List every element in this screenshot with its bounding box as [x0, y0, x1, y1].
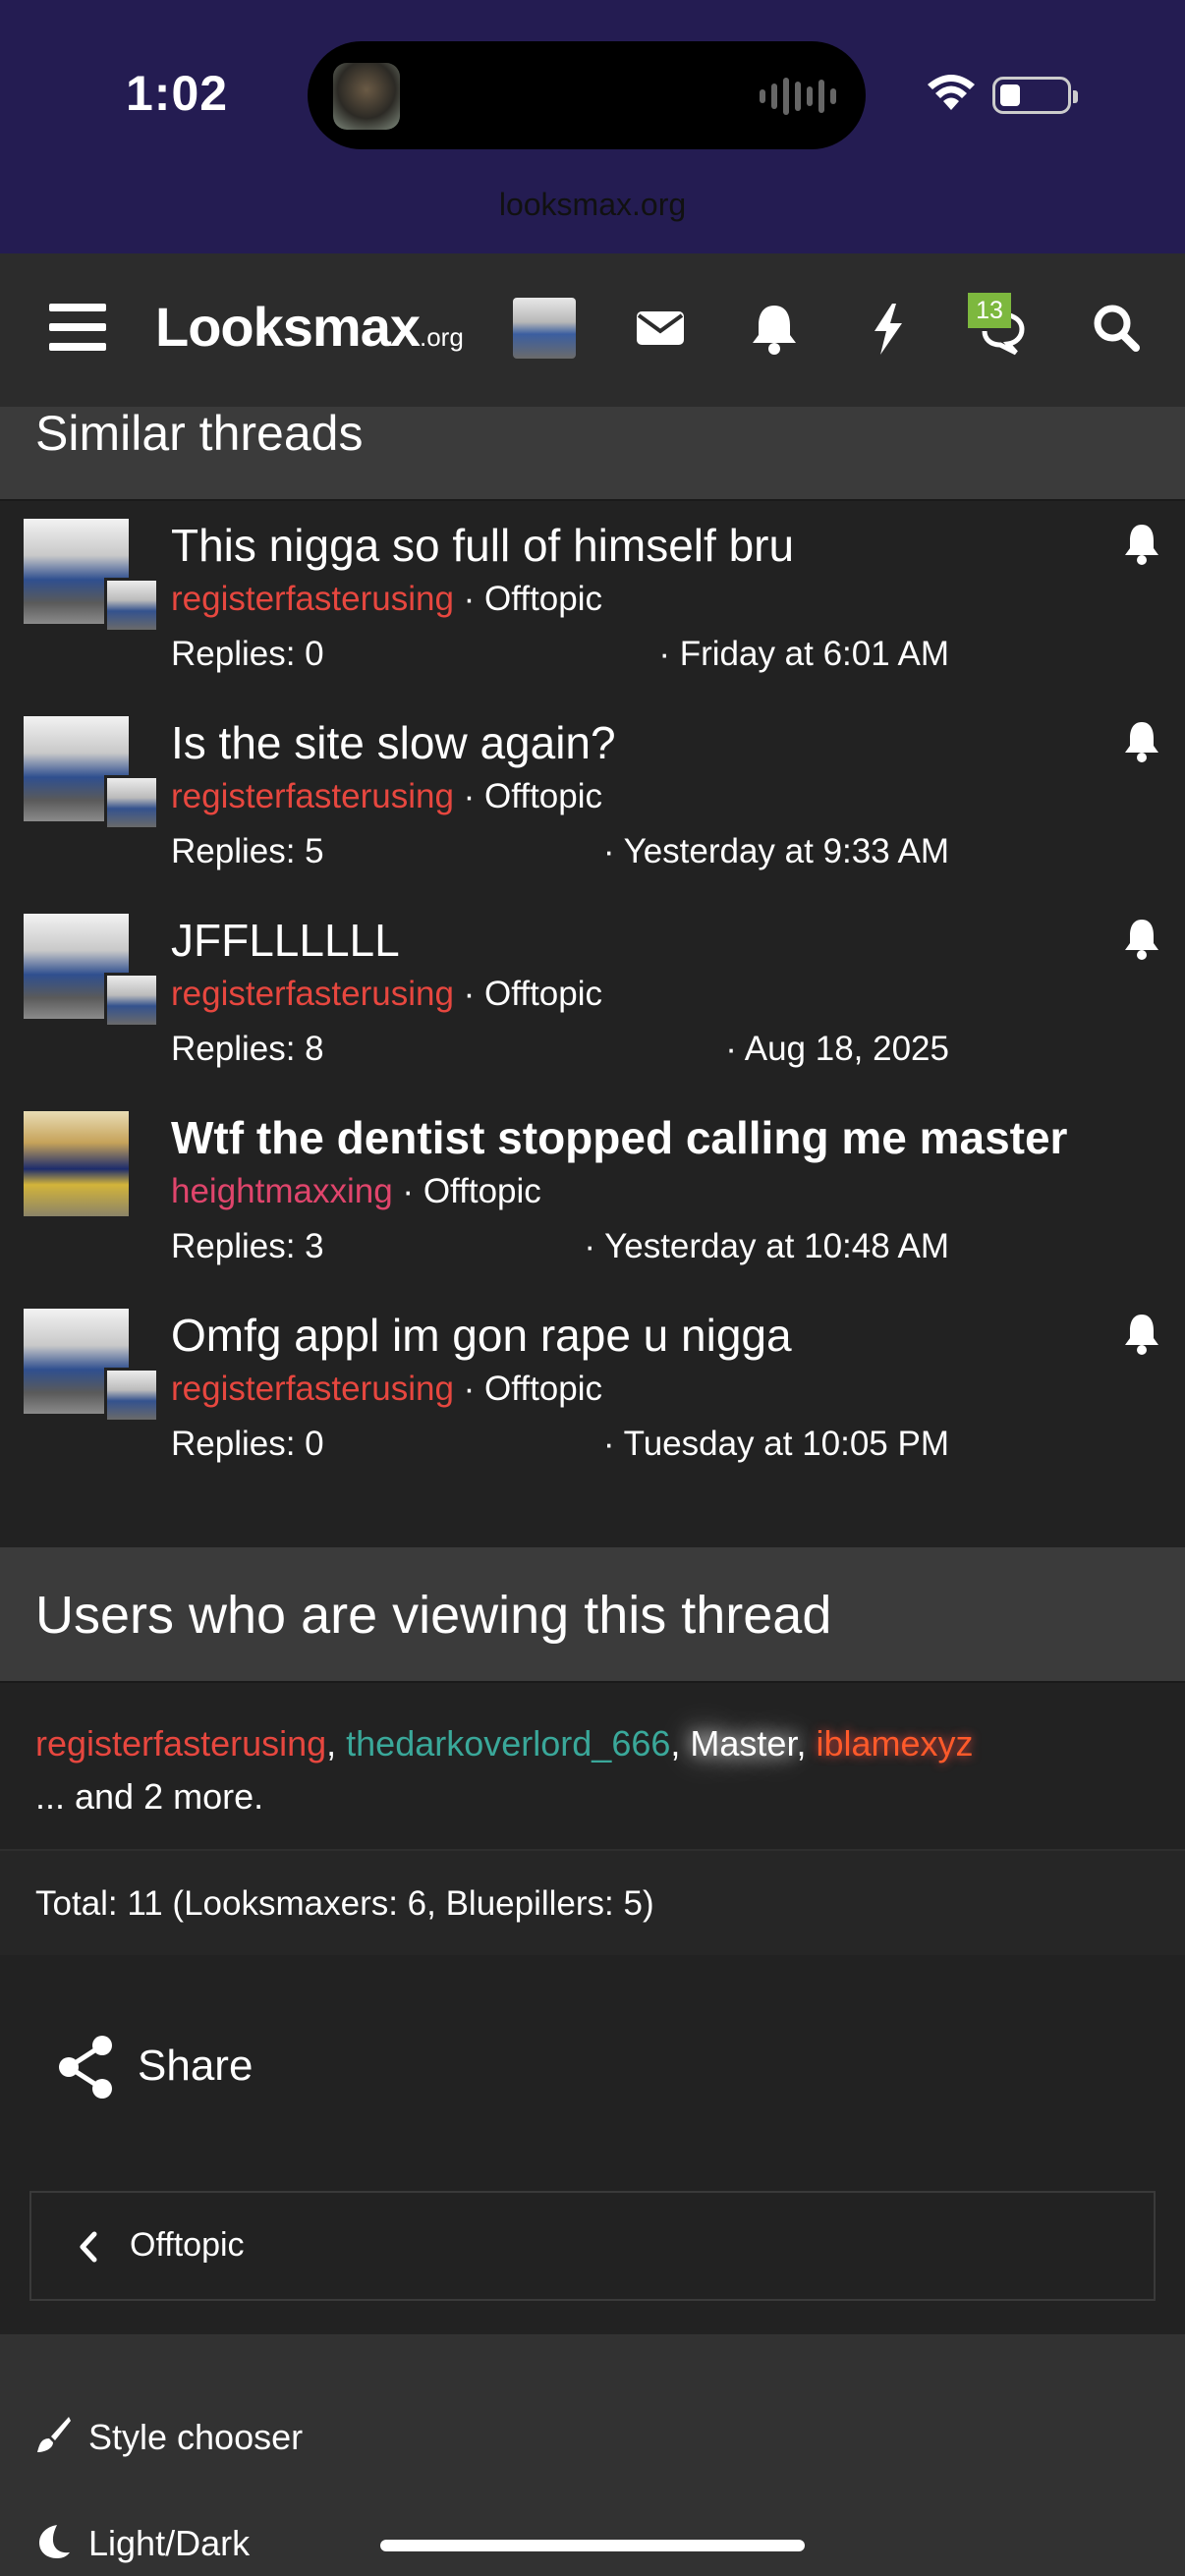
more-viewers-link[interactable]: ... and 2 more.: [35, 1776, 263, 1817]
thread-forum[interactable]: Offtopic: [423, 1172, 541, 1210]
share-button[interactable]: Share: [55, 2034, 399, 2106]
last-poster-avatar[interactable]: [104, 578, 159, 633]
separator: ,: [670, 1723, 691, 1764]
reply-count: Replies: 3: [171, 1227, 324, 1265]
reply-count: Replies: 8: [171, 1030, 324, 1068]
thread-date: · Friday at 6:01 AM: [658, 635, 949, 673]
light-dark-label: Light/Dark: [88, 2523, 251, 2563]
thread-date: · Yesterday at 9:33 AM: [602, 832, 949, 870]
now-playing-artwork: [333, 63, 400, 130]
bell-icon[interactable]: [743, 298, 806, 359]
thread-title-unread[interactable]: Wtf the dentist stopped calling me maste…: [171, 1111, 1067, 1164]
watched-bell-icon[interactable]: [1120, 1311, 1163, 1358]
viewer-username[interactable]: thedarkoverlord_666: [346, 1723, 670, 1764]
viewer-username[interactable]: registerfasterusing: [35, 1723, 326, 1764]
last-poster-avatar[interactable]: [104, 973, 159, 1028]
thread-forum[interactable]: Offtopic: [484, 580, 602, 618]
share-icon: [59, 2036, 112, 2099]
paintbrush-icon: [37, 2417, 71, 2452]
share-label: Share: [138, 2042, 254, 2090]
viewer-username[interactable]: Master: [690, 1723, 796, 1764]
thread-forum[interactable]: Offtopic: [484, 1370, 602, 1408]
conversation-count-badge: 13: [968, 293, 1011, 328]
thread-title[interactable]: JFFLLLLLL: [171, 914, 400, 967]
separator: ,: [796, 1723, 817, 1764]
thread-meta: registerfasterusing · Offtopic: [171, 777, 603, 815]
search-icon[interactable]: [1085, 298, 1148, 359]
reply-count: Replies: 5: [171, 832, 324, 870]
thread-date-text[interactable]: Aug 18, 2025: [745, 1030, 949, 1068]
thread-date: · Yesterday at 10:48 AM: [584, 1227, 949, 1265]
thread-meta: registerfasterusing · Offtopic: [171, 1370, 603, 1408]
thread-date-text[interactable]: Yesterday at 9:33 AM: [624, 832, 949, 870]
battery-icon: [992, 77, 1078, 114]
breadcrumb[interactable]: Offtopic: [29, 2191, 1156, 2301]
site-logo[interactable]: Looksmax.org: [155, 295, 464, 359]
bolt-icon[interactable]: [857, 298, 920, 359]
thread-date-text[interactable]: Friday at 6:01 AM: [680, 635, 949, 673]
thread-author[interactable]: registerfasterusing: [171, 580, 454, 618]
moon-icon: [39, 2525, 70, 2558]
section-title: Similar threads: [35, 406, 364, 461]
thread-forum[interactable]: Offtopic: [484, 975, 602, 1013]
thread-meta: heightmaxxing · Offtopic: [171, 1172, 541, 1210]
reply-count: Replies: 0: [171, 635, 324, 673]
thread-item[interactable]: This nigga so full of himself bru regist…: [0, 499, 1185, 696]
thread-date-text[interactable]: Yesterday at 10:48 AM: [604, 1227, 949, 1265]
style-chooser-label: Style chooser: [88, 2417, 304, 2457]
thread-title[interactable]: Is the site slow again?: [171, 716, 616, 769]
mail-icon[interactable]: [629, 298, 692, 359]
separator: ,: [326, 1723, 347, 1764]
home-indicator[interactable]: [380, 2540, 805, 2551]
dynamic-island[interactable]: [308, 41, 866, 149]
logo-text: Looksmax: [155, 296, 421, 358]
thread-title[interactable]: This nigga so full of himself bru: [171, 519, 794, 572]
similar-threads-header: Similar threads: [0, 407, 1185, 499]
watched-bell-icon[interactable]: [1120, 916, 1163, 963]
menu-icon[interactable]: [49, 304, 106, 351]
last-poster-avatar[interactable]: [104, 775, 159, 830]
chevron-left-icon: [80, 2231, 97, 2263]
thread-date: · Tuesday at 10:05 PM: [602, 1425, 949, 1463]
thread-author[interactable]: registerfasterusing: [171, 777, 454, 815]
breadcrumb-label: Offtopic: [130, 2226, 245, 2264]
viewers-header: Users who are viewing this thread: [0, 1547, 1185, 1681]
thread-item[interactable]: Wtf the dentist stopped calling me maste…: [0, 1092, 1185, 1288]
clock: 1:02: [126, 66, 229, 121]
watched-bell-icon[interactable]: [1120, 521, 1163, 568]
thread-date-text[interactable]: Tuesday at 10:05 PM: [624, 1425, 949, 1463]
thread-title[interactable]: Omfg appl im gon rape u nigga: [171, 1309, 792, 1362]
user-avatar[interactable]: [513, 298, 576, 359]
watched-bell-icon[interactable]: [1120, 718, 1163, 765]
last-poster-avatar[interactable]: [104, 1368, 159, 1423]
wifi-icon: [928, 75, 975, 110]
thread-forum[interactable]: Offtopic: [484, 777, 602, 815]
thread-item[interactable]: JFFLLLLLL registerfasterusing · Offtopic…: [0, 894, 1185, 1091]
thread-meta: registerfasterusing · Offtopic: [171, 975, 603, 1013]
thread-date: · Aug 18, 2025: [725, 1030, 949, 1068]
logo-suffix: .org: [420, 322, 464, 352]
thread-item[interactable]: Omfg appl im gon rape u nigga registerfa…: [0, 1289, 1185, 1485]
thread-author[interactable]: registerfasterusing: [171, 1370, 454, 1408]
thread-item[interactable]: Is the site slow again? registerfasterus…: [0, 697, 1185, 893]
total-text: Total: 11 (Looksmaxers: 6, Bluepillers: …: [35, 1884, 654, 1923]
status-bar: 1:02 looksmax.org: [0, 0, 1185, 253]
thread-starter-avatar[interactable]: [24, 1111, 129, 1216]
thread-author[interactable]: heightmaxxing: [171, 1172, 393, 1210]
thread-meta: registerfasterusing · Offtopic: [171, 580, 603, 618]
thread-author[interactable]: registerfasterusing: [171, 975, 454, 1013]
reply-count: Replies: 0: [171, 1425, 324, 1463]
divider: [0, 1681, 1185, 1683]
section-title: Users who are viewing this thread: [35, 1586, 832, 1645]
url-bar[interactable]: looksmax.org: [0, 187, 1185, 223]
viewer-totals: Total: 11 (Looksmaxers: 6, Bluepillers: …: [0, 1849, 1185, 1955]
viewer-list: registerfasterusing, thedarkoverlord_666…: [35, 1717, 974, 1823]
viewer-username[interactable]: iblamexyz: [816, 1723, 973, 1764]
audio-waveform-icon: [760, 77, 836, 116]
